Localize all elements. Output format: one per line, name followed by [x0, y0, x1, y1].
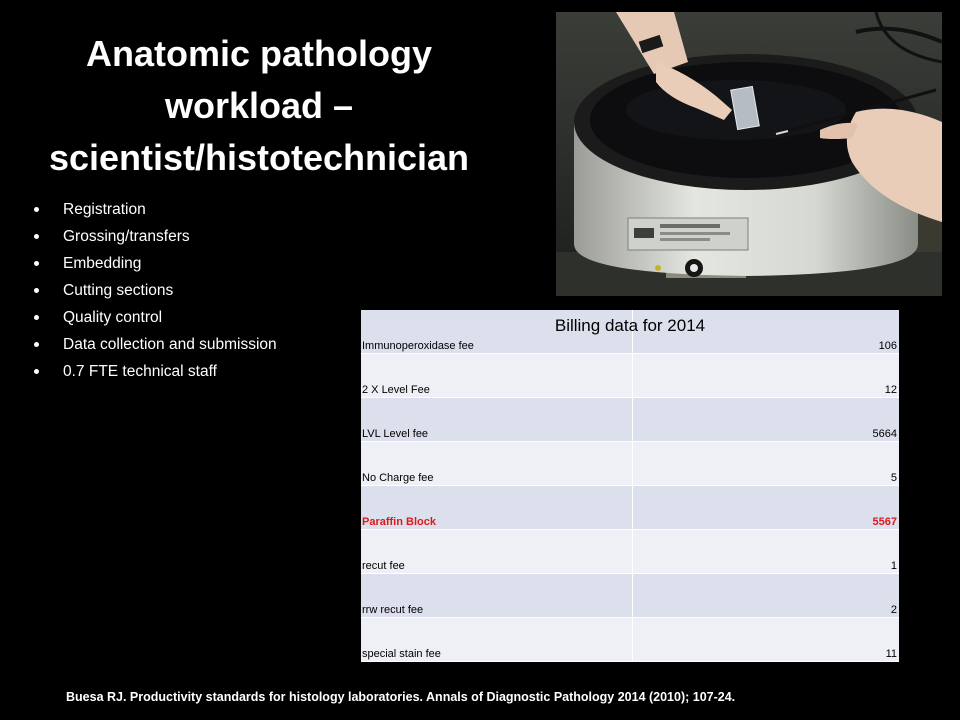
- reference-citation: Buesa RJ. Productivity standards for his…: [66, 690, 736, 704]
- fee-count-cell: 5664: [632, 397, 899, 442]
- bullet-item: 0.7 FTE technical staff: [34, 358, 277, 385]
- histotechnician-photo: [556, 12, 942, 296]
- workload-bullet-list: Registration Grossing/transfers Embeddin…: [34, 196, 277, 385]
- bullet-item: Grossing/transfers: [34, 223, 277, 250]
- bullet-item: Embedding: [34, 250, 277, 277]
- table-row: 2 X Level Fee 12: [361, 353, 899, 398]
- bullet-item: Cutting sections: [34, 277, 277, 304]
- fee-count-cell: 1: [632, 529, 899, 574]
- title-line-1: Anatomic pathology: [85, 33, 432, 74]
- fee-name-cell: special stain fee: [361, 617, 633, 662]
- bullet-item: Data collection and submission: [34, 331, 277, 358]
- fee-count-cell: 106: [632, 310, 899, 354]
- fee-name-cell: Paraffin Block: [361, 485, 633, 530]
- bullet-item: Registration: [34, 196, 277, 223]
- table-row: rrw recut fee 2: [361, 573, 899, 618]
- billing-table: Immunoperoxidase fee 106 2 X Level Fee 1…: [361, 310, 899, 662]
- fee-name-cell: LVL Level fee: [361, 397, 633, 442]
- table-row-highlighted: Paraffin Block 5567: [361, 485, 899, 530]
- fee-name-cell: Immunoperoxidase fee: [361, 310, 633, 354]
- fee-name-cell: rrw recut fee: [361, 573, 633, 618]
- title-line-2: workload –: [164, 85, 354, 126]
- table-row: recut fee 1: [361, 529, 899, 574]
- fee-count-cell: 5567: [632, 485, 899, 530]
- fee-count-cell: 5: [632, 441, 899, 486]
- table-row: special stain fee 11: [361, 617, 899, 662]
- fee-name-cell: recut fee: [361, 529, 633, 574]
- fee-name-cell: No Charge fee: [361, 441, 633, 486]
- table-row: Immunoperoxidase fee 106: [361, 310, 899, 354]
- water-bath-illustration: [556, 12, 942, 296]
- bullet-item: Quality control: [34, 304, 277, 331]
- billing-table-panel: Billing data for 2014 Immunoperoxidase f…: [361, 310, 899, 662]
- table-row: No Charge fee 5: [361, 441, 899, 486]
- fee-count-cell: 12: [632, 353, 899, 398]
- fee-count-cell: 2: [632, 573, 899, 618]
- fee-name-cell: 2 X Level Fee: [361, 353, 633, 398]
- slide-title: Anatomic pathology workload – scientist/…: [20, 28, 498, 184]
- title-line-3: scientist/histotechnician: [48, 137, 470, 178]
- fee-count-cell: 11: [632, 617, 899, 662]
- table-row: LVL Level fee 5664: [361, 397, 899, 442]
